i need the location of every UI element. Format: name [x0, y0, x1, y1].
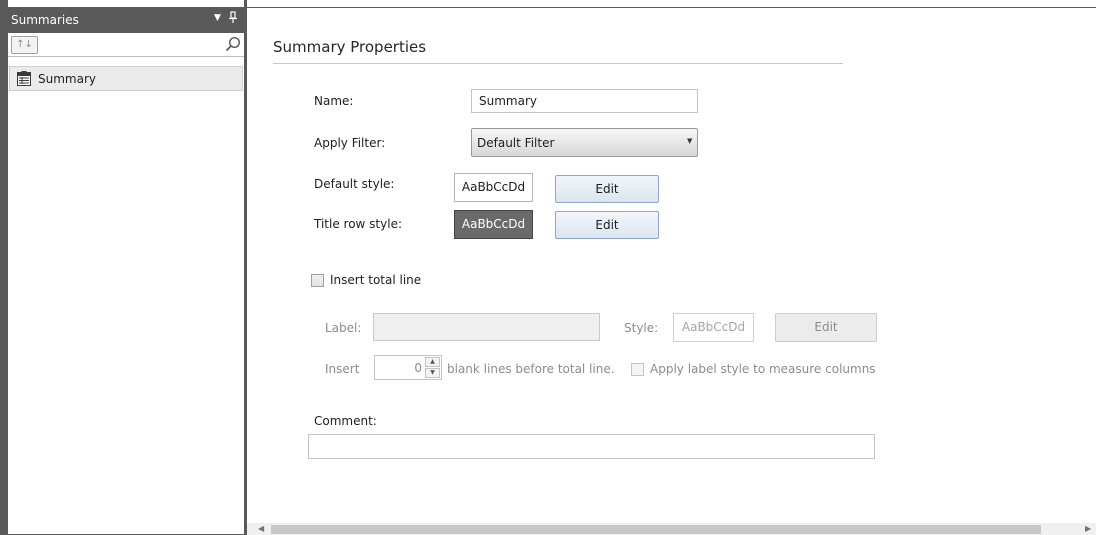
default-style-preview: AaBbCcDd: [454, 173, 533, 202]
sort-button[interactable]: ↑↓: [11, 36, 38, 54]
name-field[interactable]: Summary: [471, 89, 698, 113]
pin-icon-svg: [229, 11, 237, 23]
total-style-preview: AaBbCcDd: [673, 313, 754, 342]
title-row-style-preview: AaBbCcDd: [454, 210, 533, 239]
title-row-style-edit-button[interactable]: Edit: [555, 211, 659, 239]
panel-splitter[interactable]: [244, 0, 247, 535]
total-label-field[interactable]: [373, 313, 600, 341]
scroll-right-icon[interactable]: ▶: [1085, 524, 1091, 533]
search-row: ↑↓: [8, 33, 244, 57]
list-item-label: Summary: [38, 72, 96, 86]
apply-filter-select[interactable]: Default Filter ▼: [471, 128, 698, 157]
summaries-panel: Summaries ▼ ↑↓ Summary: [0, 0, 247, 535]
default-style-edit-button[interactable]: Edit: [555, 175, 659, 203]
list-item-summary[interactable]: Summary: [9, 66, 243, 91]
blank-lines-suffix: blank lines before total line.: [447, 362, 615, 376]
scroll-left-icon[interactable]: ◀: [258, 524, 264, 533]
search-input[interactable]: [41, 36, 221, 54]
insert-label: Insert: [325, 362, 360, 376]
title-row-style-label: Title row style:: [314, 217, 402, 231]
search-icon[interactable]: [225, 36, 241, 52]
comment-field[interactable]: [308, 434, 875, 459]
insert-total-line-checkbox[interactable]: [311, 274, 324, 287]
pin-icon[interactable]: [228, 11, 238, 27]
default-style-label: Default style:: [314, 177, 395, 191]
comment-label: Comment:: [314, 414, 377, 428]
total-label-label: Label:: [325, 321, 362, 335]
apply-label-style-label: Apply label style to measure columns: [650, 362, 876, 376]
summary-table-icon: [17, 71, 31, 86]
title-divider: [273, 63, 843, 64]
total-style-edit-button[interactable]: Edit: [775, 313, 877, 342]
content-top-border: [247, 7, 1096, 8]
apply-filter-label: Apply Filter:: [314, 136, 386, 150]
apply-label-style-checkbox[interactable]: [631, 363, 644, 376]
horizontal-scrollbar[interactable]: ◀ ▶: [247, 523, 1096, 535]
blank-lines-stepper[interactable]: 0 ▲ ▼: [374, 355, 442, 380]
panel-header: Summaries ▼: [0, 7, 247, 33]
apply-filter-value: Default Filter: [477, 136, 555, 150]
dropdown-arrow-icon[interactable]: ▼: [214, 13, 221, 23]
page-title: Summary Properties: [273, 38, 427, 56]
panel-frame-left: [0, 0, 8, 535]
stepper-up-icon[interactable]: ▲: [425, 357, 440, 367]
total-style-label: Style:: [624, 321, 659, 335]
scrollbar-thumb[interactable]: [271, 525, 1041, 534]
chevron-down-icon: ▼: [687, 137, 693, 145]
blank-lines-value: 0: [414, 361, 422, 375]
name-label: Name:: [314, 94, 354, 108]
panel-title: Summaries: [11, 13, 79, 27]
insert-total-line-label: Insert total line: [330, 273, 422, 287]
stepper-down-icon[interactable]: ▼: [425, 368, 440, 378]
